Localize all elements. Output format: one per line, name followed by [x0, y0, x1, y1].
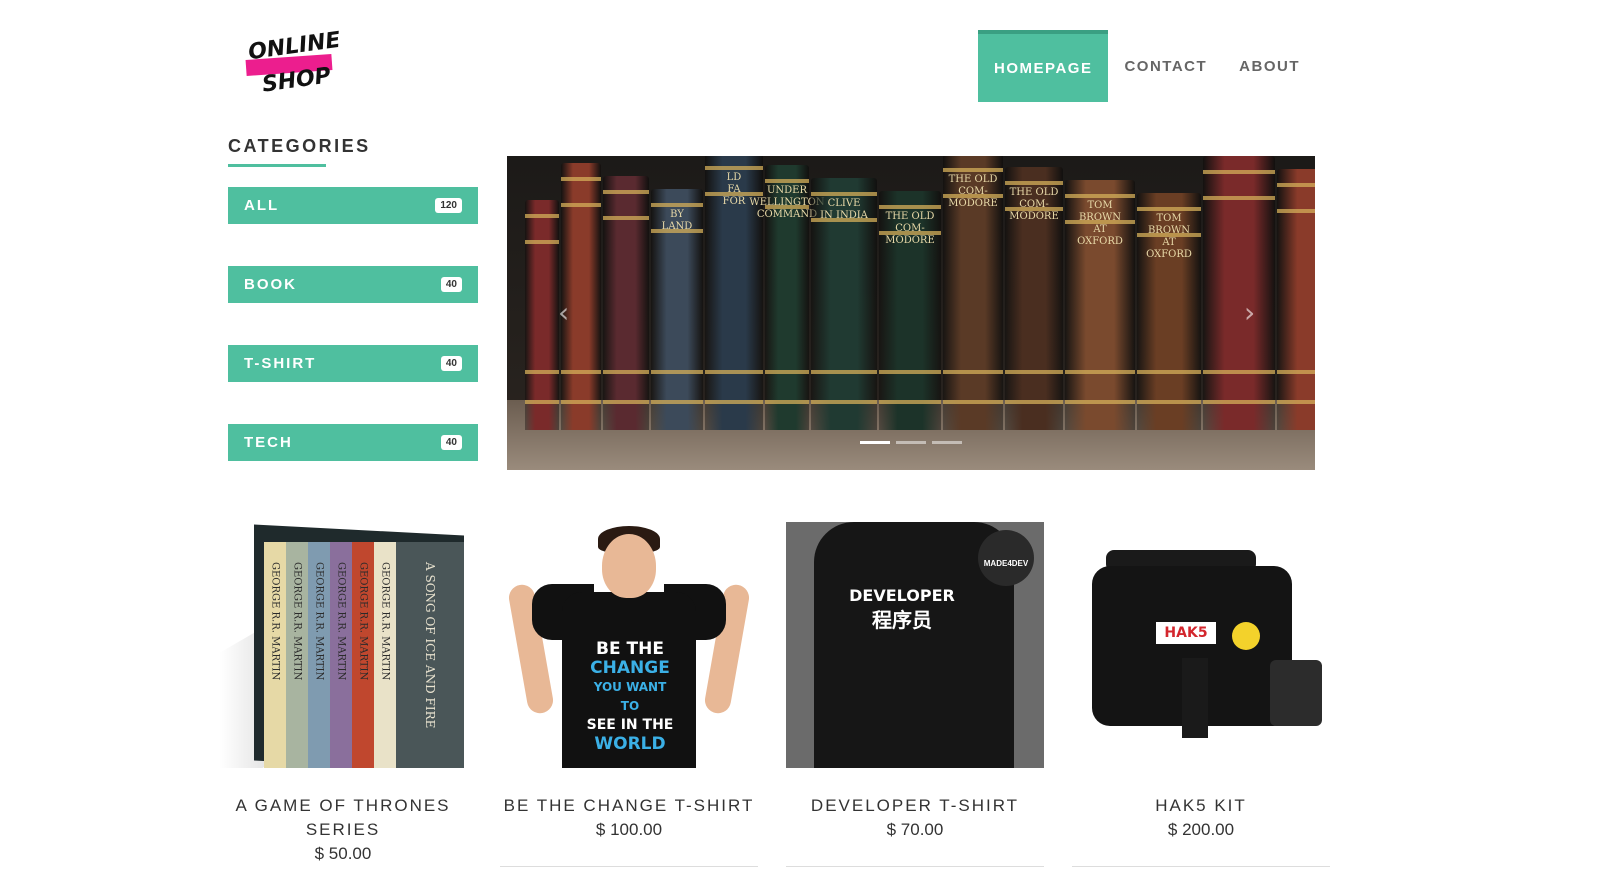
- spine-title: BY LAND: [661, 209, 693, 232]
- hero-carousel[interactable]: BY LAND LD FA FOR UNDER WELLINGTON COMMAND…: [507, 156, 1315, 470]
- product-name[interactable]: A GAME OF THRONES SERIES: [214, 794, 472, 842]
- chevron-left-icon: ‹: [558, 296, 570, 329]
- category-label: TECH: [244, 434, 293, 451]
- product-name[interactable]: DEVELOPER T-SHIRT: [786, 794, 1044, 818]
- power-bank: [1270, 660, 1322, 726]
- book-spine: [603, 176, 649, 430]
- product-image[interactable]: GEORGE R.R. MARTIN GEORGE R.R. MARTIN GE…: [214, 522, 472, 768]
- product-divider: [500, 866, 758, 867]
- spine-title: TOM BROWN AT OXFORD: [1077, 200, 1123, 247]
- book-spine: UNDER WELLINGTON COMMAND: [749, 165, 825, 430]
- product-price: $ 50.00: [314, 844, 372, 863]
- spine-title: THE OLD COM- MODORE: [1009, 187, 1059, 222]
- book-spine: THE OLD COM- MODORE: [943, 156, 1003, 430]
- category-all[interactable]: ALL 120: [228, 187, 478, 224]
- carousel-indicator[interactable]: [932, 441, 962, 444]
- product-divider: [1072, 866, 1330, 867]
- category-count-badge: 40: [440, 435, 462, 450]
- category-count-badge: 40: [440, 356, 462, 371]
- product-price: $ 200.00: [1167, 820, 1235, 839]
- product-price: $ 100.00: [595, 820, 663, 839]
- product-card[interactable]: HAK5 HAK5 KIT $ 200.00: [1072, 522, 1330, 842]
- category-label: T-SHIRT: [244, 355, 317, 372]
- carousel-next-button[interactable]: ›: [1244, 296, 1255, 329]
- book-spine: BY LAND: [651, 189, 703, 430]
- spine-title: LD FA FOR: [722, 172, 746, 207]
- category-label: BOOK: [244, 276, 297, 293]
- nav-homepage[interactable]: HOMEPAGE: [978, 30, 1109, 102]
- category-count-badge: 40: [440, 277, 462, 292]
- product-image[interactable]: HAK5: [1072, 522, 1330, 768]
- boxset-art: GEORGE R.R. MARTIN GEORGE R.R. MARTIN GE…: [219, 524, 464, 768]
- brand-badge: MADE4DEV: [978, 530, 1034, 586]
- category-label: ALL: [244, 197, 280, 214]
- book-spine: [525, 200, 559, 430]
- main-nav: HOMEPAGE CONTACT ABOUT: [978, 30, 1316, 102]
- book-spine: THE OLD COM- MODORE: [879, 191, 941, 430]
- product-name[interactable]: HAK5 KIT: [1072, 794, 1330, 818]
- book-spine: TOM BROWN AT OXFORD: [1065, 180, 1135, 430]
- spine-title: THE OLD COM- MODORE: [948, 174, 998, 209]
- book-spine: TOM BROWN AT OXFORD: [1137, 193, 1201, 430]
- book-spine: [1277, 169, 1315, 430]
- spine-title: CLIVE IN INDIA: [820, 198, 868, 221]
- product-name[interactable]: BE THE CHANGE T-SHIRT: [500, 794, 758, 818]
- category-book[interactable]: BOOK 40: [228, 266, 478, 303]
- carousel-prev-button[interactable]: ‹: [558, 296, 569, 329]
- category-tech[interactable]: TECH 40: [228, 424, 478, 461]
- spine-title: THE OLD COM- MODORE: [885, 211, 935, 246]
- category-t-shirt[interactable]: T-SHIRT 40: [228, 345, 478, 382]
- carousel-indicator[interactable]: [896, 441, 926, 444]
- product-card[interactable]: DEVELOPER 程序员 MADE4DEV DEVELOPER T-SHIRT…: [786, 522, 1044, 842]
- category-count-badge: 120: [435, 198, 462, 213]
- product-image[interactable]: BE THE CHANGE YOU WANT TO SEE IN THE WOR…: [500, 522, 758, 768]
- site-logo[interactable]: ONLINE SHOP: [245, 28, 342, 100]
- bag-patch: [1232, 622, 1260, 650]
- nav-about[interactable]: ABOUT: [1223, 30, 1316, 102]
- tshirt-print: DEVELOPER 程序员: [849, 586, 955, 632]
- chevron-right-icon: ›: [1244, 296, 1256, 329]
- categories-underline: [228, 164, 326, 167]
- product-divider: [786, 866, 1044, 867]
- product-card[interactable]: BE THE CHANGE YOU WANT TO SEE IN THE WOR…: [500, 522, 758, 842]
- nav-contact[interactable]: CONTACT: [1108, 30, 1223, 102]
- carousel-indicators: [860, 441, 962, 444]
- book-spine: CLIVE IN INDIA: [811, 178, 877, 430]
- book-spine: THE OLD COM- MODORE: [1005, 167, 1063, 430]
- product-card[interactable]: GEORGE R.R. MARTIN GEORGE R.R. MARTIN GE…: [214, 522, 472, 866]
- spine-title: TOM BROWN AT OXFORD: [1146, 213, 1192, 260]
- categories-heading: CATEGORIES: [228, 136, 371, 156]
- book-spine: [1203, 156, 1275, 430]
- hak5-logo: HAK5: [1156, 622, 1216, 644]
- product-price: $ 70.00: [886, 820, 944, 839]
- carousel-indicator[interactable]: [860, 441, 890, 444]
- product-image[interactable]: DEVELOPER 程序员 MADE4DEV: [786, 522, 1044, 768]
- tshirt-print: BE THE CHANGE YOU WANT TO SEE IN THE WOR…: [586, 639, 674, 754]
